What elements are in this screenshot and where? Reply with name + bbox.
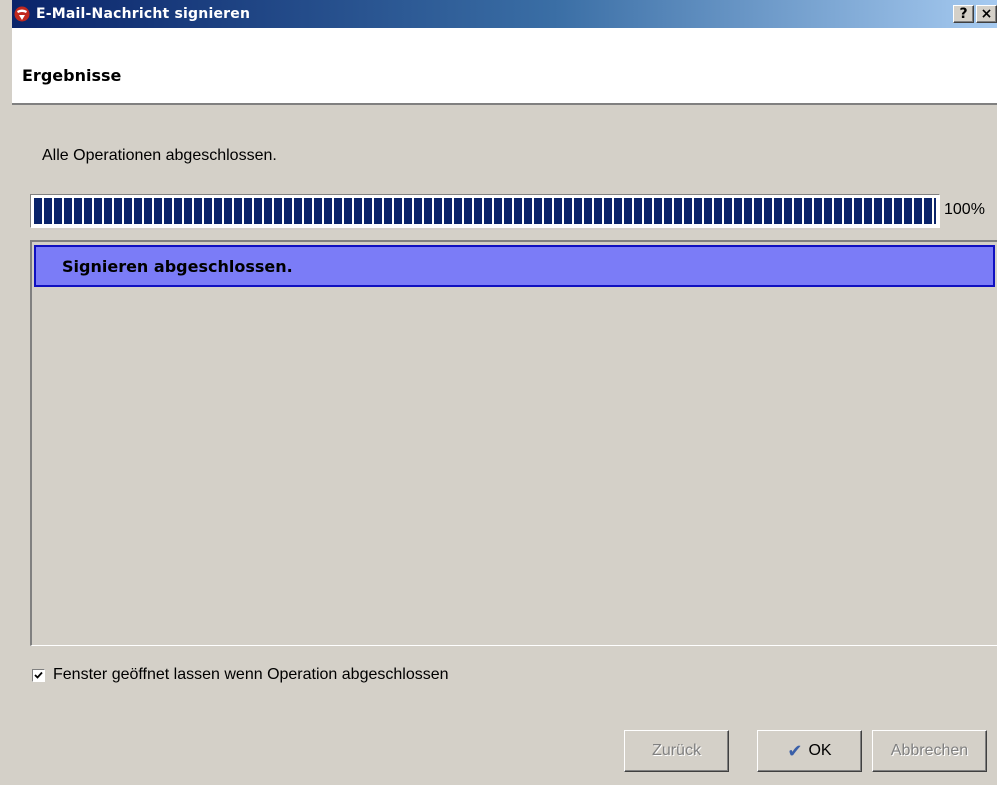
- progress-bar: [30, 194, 940, 228]
- header-panel: Ergebnisse: [12, 28, 997, 105]
- check-icon: ✔: [787, 740, 803, 761]
- back-button[interactable]: Zurück: [624, 730, 729, 772]
- close-icon: ×: [980, 6, 993, 22]
- list-item-label: Signieren abgeschlossen.: [62, 256, 293, 276]
- cancel-button[interactable]: Abbrechen: [872, 730, 987, 772]
- checkmark-icon: [34, 671, 43, 679]
- keep-open-option[interactable]: Fenster geöffnet lassen wenn Operation a…: [32, 666, 449, 684]
- keep-open-checkbox[interactable]: [32, 668, 45, 682]
- close-button[interactable]: ×: [976, 5, 997, 23]
- app-icon: [14, 6, 30, 22]
- progress-fill: [34, 198, 936, 224]
- dialog-window: E-Mail-Nachricht signieren ? × Ergebniss…: [12, 0, 997, 785]
- page-title: Ergebnisse: [22, 66, 122, 85]
- progress-percent: 100%: [944, 201, 985, 218]
- status-text: Alle Operationen abgeschlossen.: [42, 147, 277, 164]
- operation-log-list[interactable]: Signieren abgeschlossen.: [30, 240, 997, 646]
- ok-button[interactable]: ✔ OK: [757, 730, 862, 772]
- list-item[interactable]: Signieren abgeschlossen.: [34, 245, 995, 287]
- title-bar[interactable]: E-Mail-Nachricht signieren ? ×: [12, 0, 997, 28]
- window-title: E-Mail-Nachricht signieren: [36, 6, 251, 22]
- help-button[interactable]: ?: [953, 5, 974, 23]
- keep-open-label: Fenster geöffnet lassen wenn Operation a…: [53, 666, 449, 683]
- ok-button-label: OK: [808, 742, 832, 759]
- title-buttons: ? ×: [953, 5, 997, 23]
